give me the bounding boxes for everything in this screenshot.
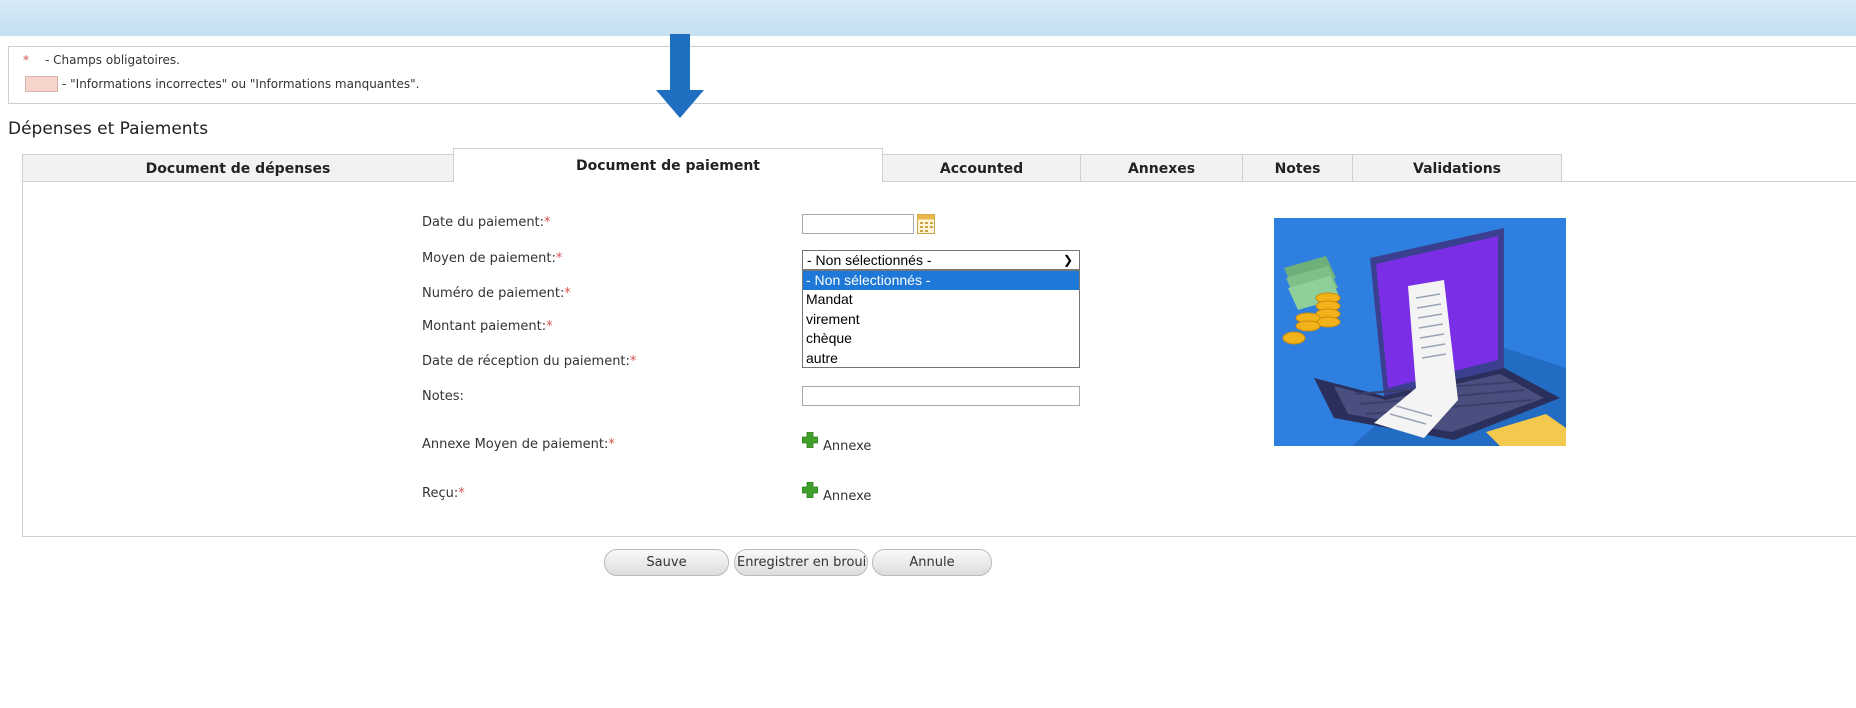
- payment-illustration: [1274, 218, 1566, 446]
- tab-document-depenses[interactable]: Document de dépenses: [22, 154, 454, 182]
- option-cheque[interactable]: chèque: [803, 329, 1079, 348]
- legend-required-row: * - Champs obligatoires.: [23, 53, 180, 67]
- chevron-down-icon: ❯: [1062, 253, 1073, 267]
- montant-paiement-label: Montant paiement:*: [422, 319, 553, 334]
- notes-label: Notes:: [422, 389, 464, 404]
- tab-label: Validations: [1413, 160, 1501, 177]
- recu-label: Reçu:*: [422, 486, 465, 501]
- cancel-button[interactable]: Annule: [872, 549, 992, 576]
- legend-box: * - Champs obligatoires. - "Informations…: [8, 46, 1856, 104]
- error-swatch: [25, 76, 58, 92]
- option-autre[interactable]: autre: [803, 349, 1079, 368]
- save-button[interactable]: Sauve: [604, 549, 729, 576]
- tab-label: Annexes: [1127, 160, 1196, 177]
- select-value: - Non sélectionnés -: [807, 252, 932, 268]
- save-draft-button[interactable]: Enregistrer en brouillon: [734, 549, 868, 576]
- tab-annexes[interactable]: Annexes: [1080, 154, 1243, 182]
- required-marker: *: [23, 53, 29, 67]
- legend-required-text: - Champs obligatoires.: [45, 53, 180, 67]
- arrow-down-icon: [656, 34, 704, 118]
- annexe-moyen-link[interactable]: Annexe: [823, 439, 871, 454]
- recu-annexe-link[interactable]: Annexe: [823, 489, 871, 504]
- tab-label: Accounted: [939, 160, 1024, 177]
- option-non-selectionnes[interactable]: - Non sélectionnés -: [803, 271, 1079, 291]
- calendar-icon[interactable]: [917, 214, 935, 234]
- tab-label: Notes: [1274, 160, 1321, 177]
- moyen-paiement-label: Moyen de paiement:*: [422, 251, 563, 266]
- date-paiement-label: Date du paiement:*: [422, 215, 551, 230]
- option-mandat[interactable]: Mandat: [803, 290, 1079, 309]
- notes-input[interactable]: [802, 386, 1080, 406]
- numero-paiement-label: Numéro de paiement:*: [422, 286, 571, 301]
- plus-icon[interactable]: [802, 482, 818, 498]
- moyen-paiement-dropdown: - Non sélectionnés - Mandat virement chè…: [802, 270, 1080, 368]
- annexe-moyen-label: Annexe Moyen de paiement:*: [422, 437, 615, 452]
- tab-validations[interactable]: Validations: [1352, 154, 1562, 182]
- tab-label: Document de dépenses: [145, 160, 331, 177]
- tab-label: Document de paiement: [575, 157, 761, 174]
- date-paiement-input[interactable]: [802, 214, 914, 234]
- tab-bar: Document de dépenses Document de paiemen…: [22, 148, 1856, 182]
- legend-error-text: - "Informations incorrectes" ou "Informa…: [62, 77, 420, 91]
- tab-accounted[interactable]: Accounted: [882, 154, 1081, 182]
- plus-icon[interactable]: [802, 432, 818, 448]
- date-reception-label: Date de réception du paiement:*: [422, 354, 637, 369]
- option-virement[interactable]: virement: [803, 310, 1079, 329]
- tab-notes[interactable]: Notes: [1242, 154, 1353, 182]
- moyen-paiement-select[interactable]: - Non sélectionnés - ❯: [802, 250, 1080, 270]
- tab-document-paiement[interactable]: Document de paiement: [453, 148, 883, 182]
- top-bar: [0, 0, 1856, 36]
- legend-error-row: - "Informations incorrectes" ou "Informa…: [23, 76, 419, 92]
- section-title: Dépenses et Paiements: [8, 119, 209, 139]
